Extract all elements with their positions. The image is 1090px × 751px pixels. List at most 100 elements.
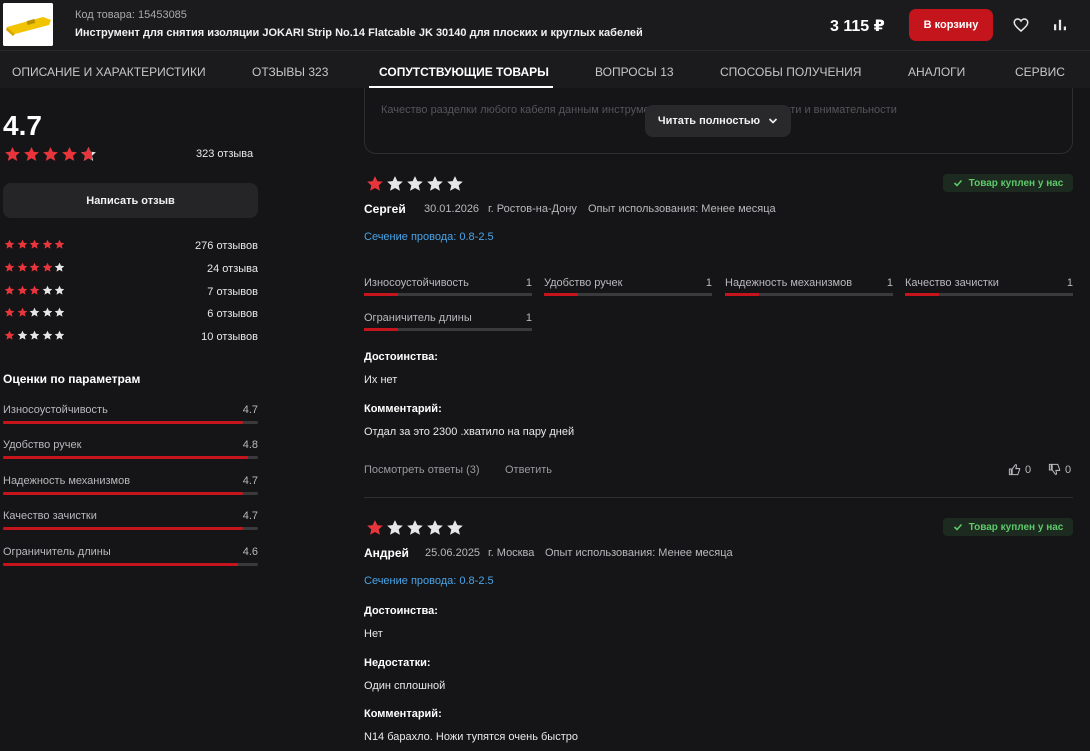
review-stars <box>366 519 466 537</box>
rating-stars <box>4 239 67 253</box>
review-city: г. Ростов-на-Дону <box>488 203 577 215</box>
param-name: Удобство ручек <box>3 439 82 451</box>
rating-stars <box>4 307 67 321</box>
criteria-row: Надежность механизмов 1 <box>725 277 893 297</box>
review-divider <box>364 497 1073 498</box>
rating-count: 10 отзывов <box>201 331 258 343</box>
param-value: 4.8 <box>242 439 258 451</box>
average-rating-stars <box>4 146 99 163</box>
param-value: 4.7 <box>242 475 258 487</box>
tab-service[interactable]: СЕРВИС <box>1015 65 1065 79</box>
criteria-bar-fill <box>364 328 398 331</box>
criteria-bar <box>364 293 532 296</box>
cons-label: Недостатки: <box>364 657 431 669</box>
param-name: Ограничитель длины <box>3 546 111 558</box>
comment-label: Комментарий: <box>364 403 442 415</box>
star-icon <box>4 285 15 295</box>
criteria-value: 1 <box>886 277 893 289</box>
rating-stars <box>4 285 67 299</box>
star-icon <box>367 176 383 191</box>
star-icon <box>54 239 65 249</box>
star-icon <box>17 239 27 249</box>
param-name: Износоустойчивость <box>3 404 108 416</box>
tab-reviews[interactable]: ОТЗЫВЫ 323 <box>252 65 328 79</box>
purchased-label: Товар куплен у нас <box>968 521 1064 533</box>
star-icon <box>427 176 443 191</box>
rating-filter-1[interactable]: 10 отзывов <box>4 330 258 344</box>
rating-filter-5[interactable]: 276 отзывов <box>4 239 258 253</box>
star-icon <box>42 330 52 340</box>
criteria-bar-fill <box>905 293 939 296</box>
review-date: 25.06.2025 <box>425 547 481 559</box>
params-title: Оценки по параметрам <box>3 372 141 386</box>
review-city: г. Москва <box>488 547 535 559</box>
rating-filter-4[interactable]: 24 отзыва <box>4 262 258 276</box>
tab-questions[interactable]: ВОПРОСЫ 13 <box>595 65 674 79</box>
star-icon <box>407 520 423 535</box>
star-icon <box>387 520 403 535</box>
criteria-name: Надежность механизмов <box>725 277 853 289</box>
star-icon <box>407 176 423 191</box>
star-icon <box>42 239 52 249</box>
param-row: Удобство ручек 4.8 <box>3 439 258 463</box>
rating-count: 276 отзывов <box>195 240 258 252</box>
write-review-button[interactable]: Написать отзыв <box>3 183 258 218</box>
review-author: Сергей <box>364 202 406 216</box>
pros-label: Достоинства: <box>364 605 438 617</box>
view-answers-link[interactable]: Посмотреть ответы (3) <box>364 464 480 476</box>
star-icon <box>367 520 383 535</box>
rating-stars <box>4 262 67 276</box>
param-bar <box>3 527 258 530</box>
star-icon <box>62 147 77 161</box>
rating-stars <box>366 175 466 191</box>
rating-count: 6 отзывов <box>207 308 258 320</box>
tab-related-products[interactable]: СОПУТСТВУЮЩИЕ ТОВАРЫ <box>379 65 549 79</box>
criteria-row: Ограничитель длины 1 <box>364 312 532 332</box>
like-button[interactable]: 0 <box>1008 463 1031 476</box>
heart-icon[interactable] <box>1012 16 1030 34</box>
criteria-bar-fill <box>364 293 398 296</box>
reply-link[interactable]: Ответить <box>505 464 552 476</box>
star-icon <box>427 520 443 535</box>
star-icon <box>42 262 52 272</box>
read-more-label: Читать полностью <box>657 115 761 127</box>
comment-text: N14 барахло. Ножи тупятся очень быстро <box>364 731 578 743</box>
star-icon <box>447 176 463 191</box>
criteria-row: Износоустойчивость 1 <box>364 277 532 297</box>
param-row: Надежность механизмов 4.7 <box>3 475 258 499</box>
like-count: 0 <box>1025 463 1032 476</box>
product-code: Код товара: 15453085 <box>75 9 187 21</box>
param-name: Качество зачистки <box>3 510 97 522</box>
tab-description[interactable]: ОПИСАНИЕ И ХАРАКТЕРИСТИКИ <box>12 65 206 79</box>
add-to-cart-button[interactable]: В корзину <box>909 9 993 41</box>
tab-analogs[interactable]: АНАЛОГИ <box>908 65 965 79</box>
star-icon <box>447 520 463 535</box>
check-icon <box>953 523 962 531</box>
purchased-badge: Товар куплен у нас <box>943 174 1073 192</box>
chevron-down-icon <box>769 118 778 124</box>
param-value: 4.7 <box>242 404 258 416</box>
param-bar <box>3 492 258 495</box>
rating-filter-2[interactable]: 6 отзывов <box>4 307 258 321</box>
rating-count: 24 отзыва <box>207 263 258 275</box>
sticky-header: Код товара: 15453085 Инструмент для снят… <box>0 0 1090 50</box>
star-icon <box>4 307 15 317</box>
thumbs-up-icon <box>1008 464 1021 476</box>
star-icon <box>17 262 27 272</box>
compare-icon[interactable] <box>1051 16 1069 34</box>
read-more-button[interactable]: Читать полностью <box>645 105 791 137</box>
star-icon <box>54 330 65 340</box>
star-icon <box>43 147 58 161</box>
star-icon <box>24 147 39 161</box>
criteria-row: Удобство ручек 1 <box>544 277 712 297</box>
param-row: Износоустойчивость 4.7 <box>3 404 258 428</box>
product-thumbnail[interactable] <box>3 3 53 46</box>
rating-count: 7 отзывов <box>207 286 258 298</box>
dislike-button[interactable]: 0 <box>1048 463 1071 476</box>
star-icon <box>29 330 40 340</box>
purchased-badge: Товар куплен у нас <box>943 518 1073 536</box>
param-bar <box>3 563 258 566</box>
tab-delivery[interactable]: СПОСОБЫ ПОЛУЧЕНИЯ <box>720 65 861 79</box>
rating-filter-3[interactable]: 7 отзывов <box>4 285 258 299</box>
check-icon <box>953 179 962 187</box>
